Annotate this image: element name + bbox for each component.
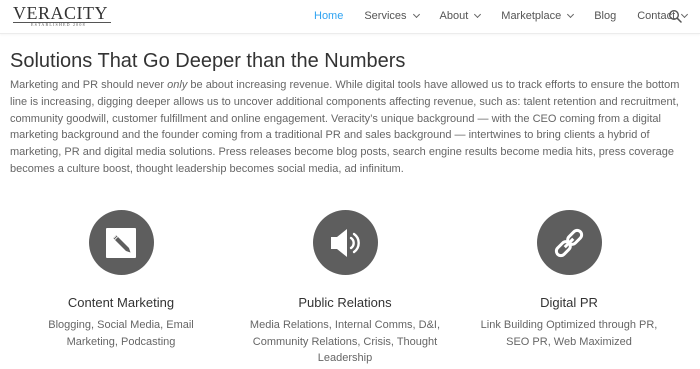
link-icon	[554, 228, 584, 257]
feature-public-relations: Public Relations Media Relations, Intern…	[230, 210, 460, 367]
nav-item-home[interactable]: Home	[314, 10, 343, 22]
feature-title: Public Relations	[298, 295, 392, 310]
nav-item-label: Blog	[594, 10, 617, 22]
speaker-icon	[331, 228, 360, 257]
chevron-down-icon	[567, 10, 575, 19]
feature-description: Blogging, Social Media, Email Marketing,…	[48, 319, 194, 348]
page-title: Solutions That Go Deeper than the Number…	[10, 50, 406, 72]
pencil-icon	[106, 227, 136, 258]
nav-item-services[interactable]: Services	[364, 10, 420, 22]
feature-title: Content Marketing	[67, 295, 175, 310]
feature-icon-circle	[312, 210, 378, 275]
logo-wordmark: VERACITY	[13, 3, 108, 23]
chevron-down-icon	[681, 10, 689, 19]
site-header: VERACITY ESTABLISHED 2008 Home Services …	[0, 0, 700, 34]
nav-item-label: About	[439, 10, 469, 22]
feature-digital-pr: Digital PR Link Building Optimized throu…	[454, 210, 684, 350]
nav-item-label: Marketplace	[501, 10, 562, 22]
nav-item-blog[interactable]: Blog	[594, 10, 616, 22]
nav-item-about[interactable]: About	[439, 10, 482, 22]
chevron-down-icon	[412, 10, 420, 19]
feature-content-marketing: Content Marketing Blogging, Social Media…	[6, 210, 236, 350]
feature-title: Digital PR	[540, 295, 598, 310]
main-nav: Home Services About Marketplace Blog Con…	[314, 9, 689, 23]
nav-item-label: Services	[364, 10, 407, 22]
intro-text-start: Marketing and PR should never	[10, 79, 168, 91]
feature-icon-circle	[88, 210, 154, 275]
nav-item-label: Home	[314, 10, 344, 22]
feature-icon-circle	[536, 210, 602, 275]
search-icon[interactable]	[668, 9, 682, 23]
nav-item-marketplace[interactable]: Marketplace	[501, 10, 575, 22]
intro-emphasis: only	[167, 79, 188, 91]
logo-tagline: ESTABLISHED 2008	[31, 22, 86, 27]
feature-description: Media Relations, Internal Comms, D&I, Co…	[249, 319, 441, 364]
chevron-down-icon	[474, 10, 482, 19]
site-logo[interactable]: VERACITY ESTABLISHED 2008	[13, 3, 113, 27]
intro-paragraph: Marketing and PR should never only be ab…	[10, 77, 692, 178]
intro-text-rest: be about increasing revenue. While digit…	[10, 79, 680, 175]
feature-description: Link Building Optimized through PR, SEO …	[480, 319, 658, 348]
